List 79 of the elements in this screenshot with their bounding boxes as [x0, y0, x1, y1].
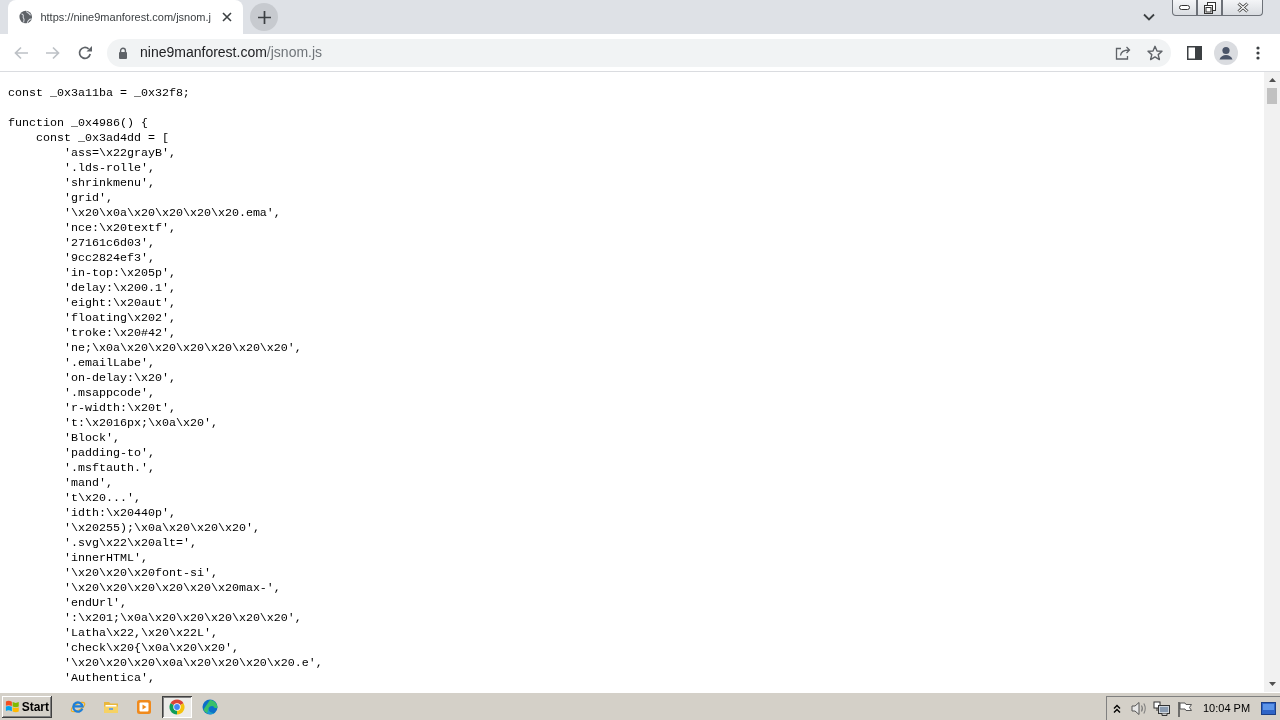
- code-line: '.emailLabe',: [64, 356, 155, 371]
- clock[interactable]: 10:04 PM: [1203, 700, 1251, 717]
- code-line: 'in-top:\x205p',: [64, 266, 176, 281]
- tricolor-circle-icon: [169, 698, 185, 715]
- close-icon: [1236, 2, 1249, 13]
- code-line: '.svg\x22\x20alt=',: [64, 536, 197, 551]
- globe-icon: [19, 9, 33, 25]
- down-arrow-icon[interactable]: [1268, 682, 1276, 686]
- code-line: '\x20\x20\x20\x0a\x20\x20\x20\x20.e',: [64, 656, 323, 671]
- code-line: '27161c6d03',: [64, 236, 155, 251]
- minimize-icon: [1179, 5, 1190, 10]
- up-arrow-icon[interactable]: [1268, 78, 1276, 82]
- speaker-icon[interactable]: [1131, 701, 1147, 716]
- lock-icon: [118, 46, 128, 59]
- code-line: 't\x20...',: [64, 491, 141, 506]
- swirl-icon: [202, 698, 218, 715]
- address-bar[interactable]: nine9manforest.com/jsnom.js: [107, 38, 1171, 67]
- chevron-down-icon: [1143, 13, 1155, 21]
- share-icon: [1115, 45, 1131, 60]
- code-line: 'endUrl',: [64, 596, 127, 611]
- kebab-menu-icon: [1256, 45, 1260, 60]
- browser-tab[interactable]: https://nine9manforest.com/jsnom.j: [8, 0, 243, 34]
- code-line: 'Authentica',: [64, 671, 155, 686]
- code-line: const _0x3ad4dd = [: [36, 131, 169, 146]
- code-line: '\x20\x0a\x20\x20\x20\x20.ema',: [64, 206, 281, 221]
- code-line: '.msappcode',: [64, 386, 155, 401]
- code-line: 'eight:\x20aut',: [64, 296, 176, 311]
- code-line: 't:\x2016px;\x0a\x20',: [64, 416, 218, 431]
- code-line: '\x20\x20\x20\x20\x20\x20max-',: [64, 581, 281, 596]
- forward-arrow-icon: [45, 44, 61, 61]
- restore-button[interactable]: [1197, 0, 1222, 16]
- back-arrow-icon: [13, 44, 29, 61]
- letter-e-icon: [70, 698, 86, 715]
- code-line: const _0x3a11ba = _0x32f8;: [8, 86, 190, 101]
- scrollbar-thumb[interactable]: [1267, 88, 1277, 104]
- code-line: 'padding-to',: [64, 446, 155, 461]
- reload-icon: [77, 44, 93, 61]
- star-icon: [1147, 44, 1163, 61]
- code-line: 'nce:\x20textf',: [64, 221, 176, 236]
- plus-icon: [257, 10, 271, 24]
- close-icon: [222, 12, 232, 22]
- screen-icon[interactable]: [1261, 702, 1276, 715]
- code-line: '.msftauth.',: [64, 461, 155, 476]
- flag-icon[interactable]: [1177, 700, 1193, 717]
- code-line: ':\x201;\x0a\x20\x20\x20\x20\x20',: [64, 611, 302, 626]
- taskbar-button[interactable]: [162, 695, 192, 718]
- code-line: 'innerHTML',: [64, 551, 148, 566]
- avatar-icon: [1214, 40, 1238, 65]
- new-tab-button[interactable]: [250, 3, 278, 31]
- code-line: '\x20255);\x0a\x20\x20\x20',: [64, 521, 260, 536]
- code-line: 'check\x20{\x0a\x20\x20',: [64, 641, 239, 656]
- code-line: 'Block',: [64, 431, 120, 446]
- start-button[interactable]: Start: [2, 695, 52, 718]
- side-panel-icon: [1186, 45, 1202, 60]
- code-line: 'ne;\x0a\x20\x20\x20\x20\x20\x20',: [64, 341, 302, 356]
- code-line: 'delay:\x200.1',: [64, 281, 176, 296]
- scrollbar[interactable]: [1264, 72, 1280, 692]
- code-line: '\x20\x20\x20font-si',: [64, 566, 218, 581]
- play-icon: [136, 698, 152, 715]
- close-button[interactable]: [1222, 0, 1263, 16]
- code-line: 'r-width:\x20t',: [64, 401, 176, 416]
- monitor-icon[interactable]: [1153, 700, 1171, 717]
- code-line: 'floating\x202',: [64, 311, 176, 326]
- code-line: 'shrinkmenu',: [64, 176, 155, 191]
- profile-button[interactable]: [1212, 38, 1240, 67]
- code-line: 'Latha\x22,\x20\x22L',: [64, 626, 218, 641]
- code-line: 'mand',: [64, 476, 113, 491]
- code-line: 'ass=\x22grayB',: [64, 146, 176, 161]
- code-line: 'on-delay:\x20',: [64, 371, 176, 386]
- code-line: '.lds-rolle',: [64, 161, 155, 176]
- code-line: 'troke:\x20#42',: [64, 326, 176, 341]
- code-line: '9cc2824ef3',: [64, 251, 155, 266]
- restore-icon: [1203, 1, 1216, 14]
- windows-flag-icon: [5, 699, 20, 714]
- minimize-button[interactable]: [1172, 0, 1197, 16]
- code-line: 'grid',: [64, 191, 113, 206]
- code-line: 'idth:\x20440p',: [64, 506, 176, 521]
- code-line: function _0x4986() {: [8, 116, 148, 131]
- chevron-up-icon[interactable]: [1113, 704, 1121, 713]
